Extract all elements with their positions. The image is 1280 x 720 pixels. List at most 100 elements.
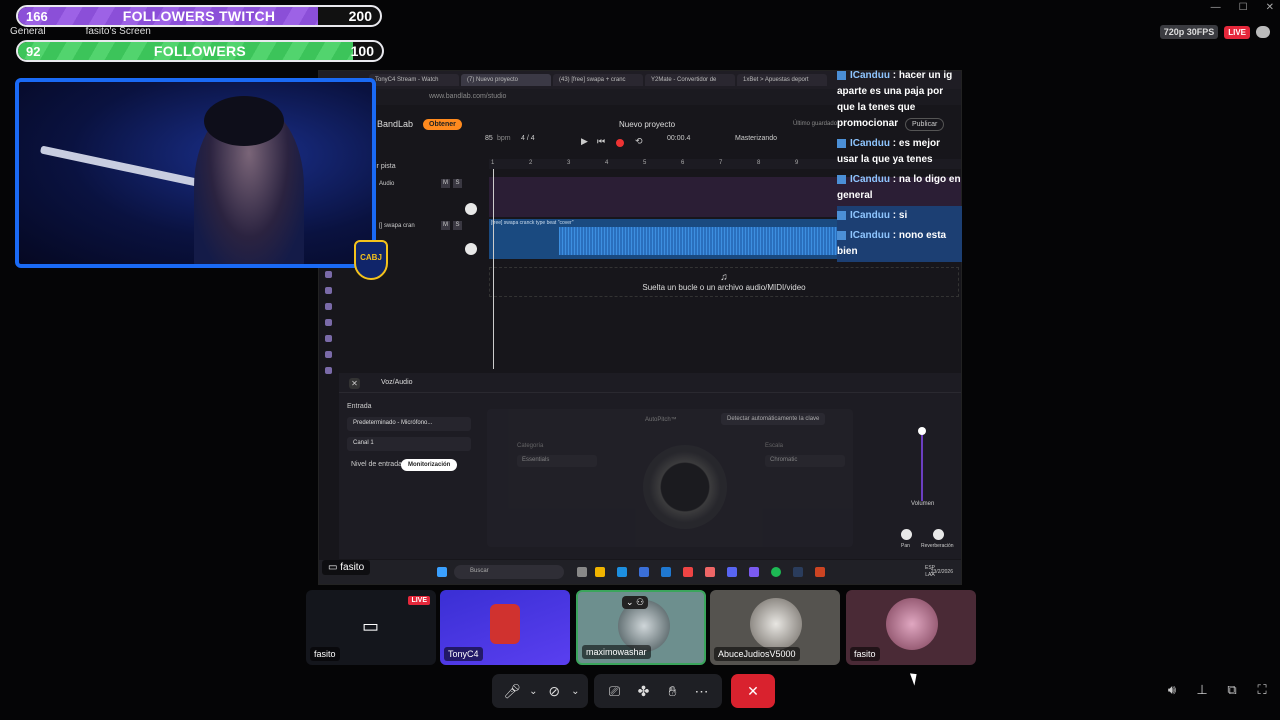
screen-owner-label: ▭ fasito — [322, 560, 371, 575]
chat-message: ICanduu : si — [837, 206, 962, 226]
camera-off-icon[interactable]: ⊘ — [542, 678, 567, 704]
chevron-down-icon[interactable]: ⌄ — [571, 678, 580, 704]
track-name: Audio — [379, 181, 395, 187]
twitch-icon — [837, 138, 846, 148]
reverb-label: Reverberación — [921, 543, 954, 549]
loop-icon[interactable]: ⟲ — [635, 136, 643, 147]
chat-message: ICanduu : hacer un ig aparte es una paja… — [837, 66, 962, 134]
mute-button[interactable]: M — [441, 179, 450, 188]
autopitch-module: AutoPitch™ Detectar automáticamente la c… — [487, 409, 853, 547]
browser-tab[interactable]: 1xBet > Apuestas deport — [737, 74, 827, 86]
windows-start-icon[interactable] — [437, 567, 447, 577]
avatar — [490, 604, 520, 644]
reverb-knob[interactable] — [933, 529, 944, 540]
detect-key-button[interactable]: Detectar automáticamente la clave — [721, 413, 826, 425]
monitor-icon: ▭ — [328, 562, 338, 573]
volume-slider-knob[interactable] — [918, 427, 926, 435]
webcam-feed — [15, 78, 376, 268]
edge-icon[interactable] — [617, 567, 627, 577]
entrada-label: Entrada — [347, 403, 372, 410]
record-icon[interactable] — [616, 139, 624, 147]
browser-tab[interactable]: (7) Nuevo proyecto — [461, 74, 551, 86]
channel-select[interactable]: Canal 1 — [347, 437, 471, 451]
close-icon[interactable]: ✕ — [1266, 2, 1274, 13]
fullscreen-icon[interactable]: ⛶ — [1254, 682, 1270, 698]
participant-tile[interactable]: LIVE ▭ fasito — [306, 590, 436, 665]
followers-goal: 100 — [350, 43, 374, 59]
taskbar-search[interactable]: Buscar — [454, 565, 564, 579]
store-icon[interactable] — [639, 567, 649, 577]
app-icon[interactable] — [705, 567, 715, 577]
app-icon[interactable] — [749, 567, 759, 577]
browser-tab[interactable]: TonyC4 Stream - Watch — [369, 74, 459, 86]
time-signature[interactable]: 4 / 4 — [521, 135, 535, 142]
track-beat[interactable]: [] swapa cran M S — [375, 221, 483, 261]
input-device-select[interactable]: Predeterminado - Micrófono... — [347, 417, 471, 431]
participant-tile[interactable]: fasito — [846, 590, 976, 665]
maximize-icon[interactable]: ☐ — [1239, 2, 1248, 13]
taskbar-date: 23/2/2026 — [930, 569, 953, 575]
task-view-icon[interactable] — [577, 567, 587, 577]
clip-name: [free] swapa cranck type beat "cover" — [491, 220, 574, 226]
mic-arm — [39, 145, 199, 187]
participant-tile[interactable]: ⌄ ⚇ maximowashar — [576, 590, 706, 665]
ruler-mark: 7 — [719, 160, 723, 166]
spotify-icon[interactable] — [771, 567, 781, 577]
drop-zone[interactable]: ♫ Suelta un bucle o un archivo audio/MID… — [489, 267, 959, 297]
activities-icon[interactable]: ✤ — [631, 678, 656, 704]
solo-button[interactable]: S — [453, 179, 462, 188]
browser-tab[interactable]: (43) [free] swapa + cranc — [553, 74, 643, 86]
play-icon[interactable]: ▶ — [581, 136, 588, 147]
soundboard-icon[interactable]: ✋︎ — [660, 678, 685, 704]
microphone-icon[interactable]: 🎤︎ — [500, 678, 525, 704]
bpm-value[interactable]: 85 — [485, 135, 493, 142]
twitch-icon — [837, 210, 846, 220]
volume-icon[interactable]: 🔊︎ — [1164, 682, 1180, 698]
twitch-icon — [837, 230, 846, 240]
add-track-button[interactable]: ir pista — [375, 163, 396, 170]
chevron-down-icon[interactable]: ⌄ — [529, 678, 538, 704]
followers-twitch-goal: 200 — [348, 8, 372, 24]
end-call-button[interactable]: ✕ — [731, 674, 775, 708]
screen-share-icon[interactable]: ⎚ — [602, 678, 627, 704]
minimize-icon[interactable]: — — [1211, 2, 1221, 13]
followers-bar: 92 FOLLOWERS 100 — [16, 40, 384, 62]
pin-icon[interactable]: ⊥ — [1194, 682, 1210, 698]
mastering-button[interactable]: Masterizando — [735, 135, 777, 142]
obtener-button[interactable]: Obtener — [423, 118, 462, 130]
rewind-icon[interactable]: ⏮ — [597, 136, 605, 147]
browser-tab[interactable]: Y2Mate - Convertidor de — [645, 74, 735, 86]
screen-share-icon: ▭ — [362, 616, 380, 636]
popout-icon[interactable]: ⧉ — [1224, 682, 1240, 698]
monitor-button[interactable]: Monitorización — [401, 459, 458, 471]
scale-select[interactable]: Chromatic — [765, 455, 845, 467]
live-badge: LIVE — [1224, 25, 1250, 39]
mail-icon[interactable] — [661, 567, 671, 577]
pan-knob[interactable] — [901, 529, 912, 540]
chat-user: ICanduu — [850, 230, 890, 241]
window-controls: — ☐ ✕ — [1211, 2, 1274, 13]
participant-tile[interactable]: AbuceJudiosV5000 — [710, 590, 840, 665]
tool-icon[interactable] — [325, 367, 332, 374]
discord-icon[interactable] — [727, 567, 737, 577]
more-icon[interactable]: ⋯ — [689, 678, 714, 704]
track-audio[interactable]: Audio M S — [375, 179, 483, 219]
file-explorer-icon[interactable] — [595, 567, 605, 577]
chat-bubble-icon[interactable] — [1256, 26, 1270, 38]
volume-knob[interactable] — [465, 203, 477, 215]
steam-icon[interactable] — [793, 567, 803, 577]
solo-button[interactable]: S — [453, 221, 462, 230]
volume-knob[interactable] — [465, 243, 477, 255]
volume-slider[interactable] — [921, 431, 923, 501]
pan-label: Pan — [901, 543, 910, 549]
category-select[interactable]: Essentials — [517, 455, 597, 467]
mute-button[interactable]: M — [441, 221, 450, 230]
autopitch-dial[interactable] — [643, 445, 727, 529]
chevron-down-icon[interactable]: ⌄ ⚇ — [622, 596, 649, 609]
app-icon[interactable] — [683, 567, 693, 577]
participant-tile[interactable]: TonyC4 — [440, 590, 570, 665]
close-panel-icon[interactable]: ✕ — [349, 378, 360, 389]
followers-twitch-bar: 166 FOLLOWERS TWITCH 200 — [16, 5, 382, 27]
opera-icon[interactable] — [815, 567, 825, 577]
bandlab-logo: BandLab — [377, 119, 414, 129]
